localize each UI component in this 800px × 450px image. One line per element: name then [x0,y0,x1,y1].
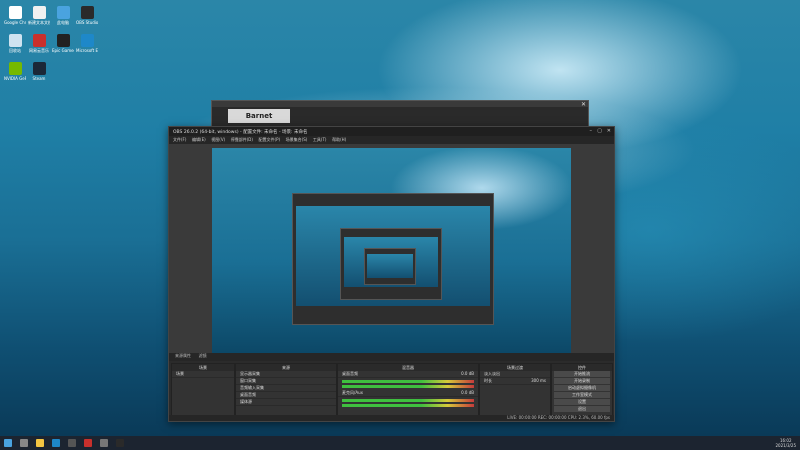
desktop-icon-label: Steam [32,76,46,81]
transition-select[interactable]: 淡入淡出 [480,371,550,378]
start-icon[interactable] [4,439,12,447]
menu-view[interactable]: 视图(V) [211,137,225,143]
scenes-dock-title: 场景 [172,364,234,371]
app-icon [56,34,70,47]
close-icon[interactable]: ✕ [607,128,611,134]
desktop-icon-label: 回收站 [9,48,21,53]
duration-field[interactable]: 时长 300 ms [480,378,550,385]
desktop-icon[interactable]: Google Chrome [4,6,26,25]
desktop-icon-label: 此电脑 [57,20,69,25]
settings-button[interactable]: 设置 [554,399,610,405]
scene-item[interactable]: 场景 [172,371,234,378]
transitions-dock: 场景过渡 淡入淡出 时长 300 ms [479,363,551,417]
window-title: OBS 26.0.2 (64-bit, windows) - 配置文件: 未命名… [173,130,308,135]
filters-button[interactable]: 滤镜 [199,353,207,358]
desktop-icon-label: 新建文本文档 [28,20,50,25]
maximize-icon[interactable]: ▢ [597,128,602,134]
scenes-dock: 场景 场景 [171,363,235,417]
clock[interactable]: 16:02 2021/3/25 [775,438,796,448]
desktop-icon[interactable]: 此电脑 [52,6,74,25]
obs-window[interactable]: OBS 26.0.2 (64-bit, windows) - 配置文件: 未命名… [168,126,615,422]
sources-dock: 来源 显示器采集 窗口采集 音频输入采集 桌面音频 媒体源 [235,363,337,417]
desktop-icon[interactable]: Microsoft Edge [76,34,98,53]
desktop-icon[interactable]: Epic Games Launcher [52,34,74,53]
menu-edit[interactable]: 编辑(E) [192,137,206,143]
app-icon [8,34,22,47]
search-icon[interactable] [20,439,28,447]
minimize-icon[interactable]: – [590,128,593,134]
menu-docks[interactable]: 停靠部件(D) [231,137,253,143]
desktop-icon[interactable]: 新建文本文档 [28,6,50,25]
desktop-icon[interactable]: 回收站 [4,34,26,53]
desktop-icon[interactable]: OBS Studio [76,6,98,25]
nested-preview-3 [364,248,416,285]
start-streaming-button[interactable]: 开始推流 [554,371,610,377]
mixer-channel-name: 麦克风/Aux 0.0 dB [338,390,478,397]
sources-dock-title: 来源 [236,364,336,371]
transitions-dock-title: 场景过渡 [480,364,550,371]
start-recording-button[interactable]: 开始录制 [554,378,610,384]
mixer-dock: 混音器 桌面音频 0.0 dB 麦克风/Aux 0.0 dB [337,363,479,417]
menu-scene-collection[interactable]: 场景集合(S) [286,137,308,143]
preview-canvas[interactable] [212,148,571,355]
desktop-icon-label: OBS Studio [76,20,98,25]
desktop-icon[interactable]: NVIDIA GeForce [4,62,26,81]
status-bar: LIVE: 00:00:00 REC: 00:00:00 CPU: 2.3%, … [169,415,614,421]
app-icon [80,34,94,47]
app-icon [80,6,94,19]
source-item[interactable]: 显示器采集 [236,371,336,378]
desktop-icon-label: 网易云音乐 [29,48,49,53]
volume-meter [342,380,474,383]
folder-icon[interactable] [36,439,44,447]
controls-dock: 控件 开始推流 开始录制 启动虚拟摄像机 工作室模式 设置 退出 [551,363,613,417]
menu-bar: 文件(F) 编辑(E) 视图(V) 停靠部件(D) 配置文件(P) 场景集合(S… [169,136,614,144]
menu-profile[interactable]: 配置文件(P) [259,137,281,143]
mixer-channel-name: 桌面音频 0.0 dB [338,371,478,378]
source-toolbar: 来源属性 滤镜 [169,353,614,361]
desktop-icon-label: NVIDIA GeForce [4,76,26,81]
studio-mode-button[interactable]: 工作室模式 [554,392,610,398]
volume-meter [342,385,474,388]
desktop-icon-label: Microsoft Edge [76,48,98,53]
edge-icon[interactable] [52,439,60,447]
exit-button[interactable]: 退出 [554,406,610,412]
desktop-icon[interactable]: Steam [28,62,50,81]
mixer-dock-title: 混音器 [338,364,478,371]
app-icon[interactable] [100,439,108,447]
app-icon [8,6,22,19]
close-icon[interactable]: ✕ [581,101,586,108]
desktop-icon[interactable]: 网易云音乐 [28,34,50,53]
properties-button[interactable]: 来源属性 [175,353,191,358]
menu-file[interactable]: 文件(F) [173,137,186,143]
preview-area [169,144,614,359]
app-icon [32,34,46,47]
menu-help[interactable]: 帮助(H) [332,137,346,143]
volume-meter [342,404,474,407]
source-item[interactable]: 音频输入采集 [236,385,336,392]
app-icon [8,62,22,75]
source-item[interactable]: 媒体源 [236,399,336,406]
background-window-titlebar [212,101,588,107]
obs-icon[interactable] [116,439,124,447]
app-icon [32,6,46,19]
source-item[interactable]: 桌面音频 [236,392,336,399]
app-icon[interactable] [84,439,92,447]
desktop: Google Chrome新建文本文档 此电脑 OBS Studio 回收站 网易云音乐… [0,0,800,436]
virtual-camera-button[interactable]: 启动虚拟摄像机 [554,385,610,391]
source-item[interactable]: 窗口采集 [236,378,336,385]
controls-dock-title: 控件 [552,364,612,371]
app-icon[interactable] [68,439,76,447]
desktop-icon-label: Epic Games Launcher [52,48,74,53]
desktop-icon-label: Google Chrome [4,20,26,25]
background-window-logo: Barnet [228,109,290,123]
obs-titlebar: OBS 26.0.2 (64-bit, windows) - 配置文件: 未命名… [169,127,614,136]
menu-tools[interactable]: 工具(T) [313,137,327,143]
taskbar: 16:02 2021/3/25 [0,436,800,450]
app-icon [56,6,70,19]
volume-meter [342,399,474,402]
app-icon [32,62,46,75]
